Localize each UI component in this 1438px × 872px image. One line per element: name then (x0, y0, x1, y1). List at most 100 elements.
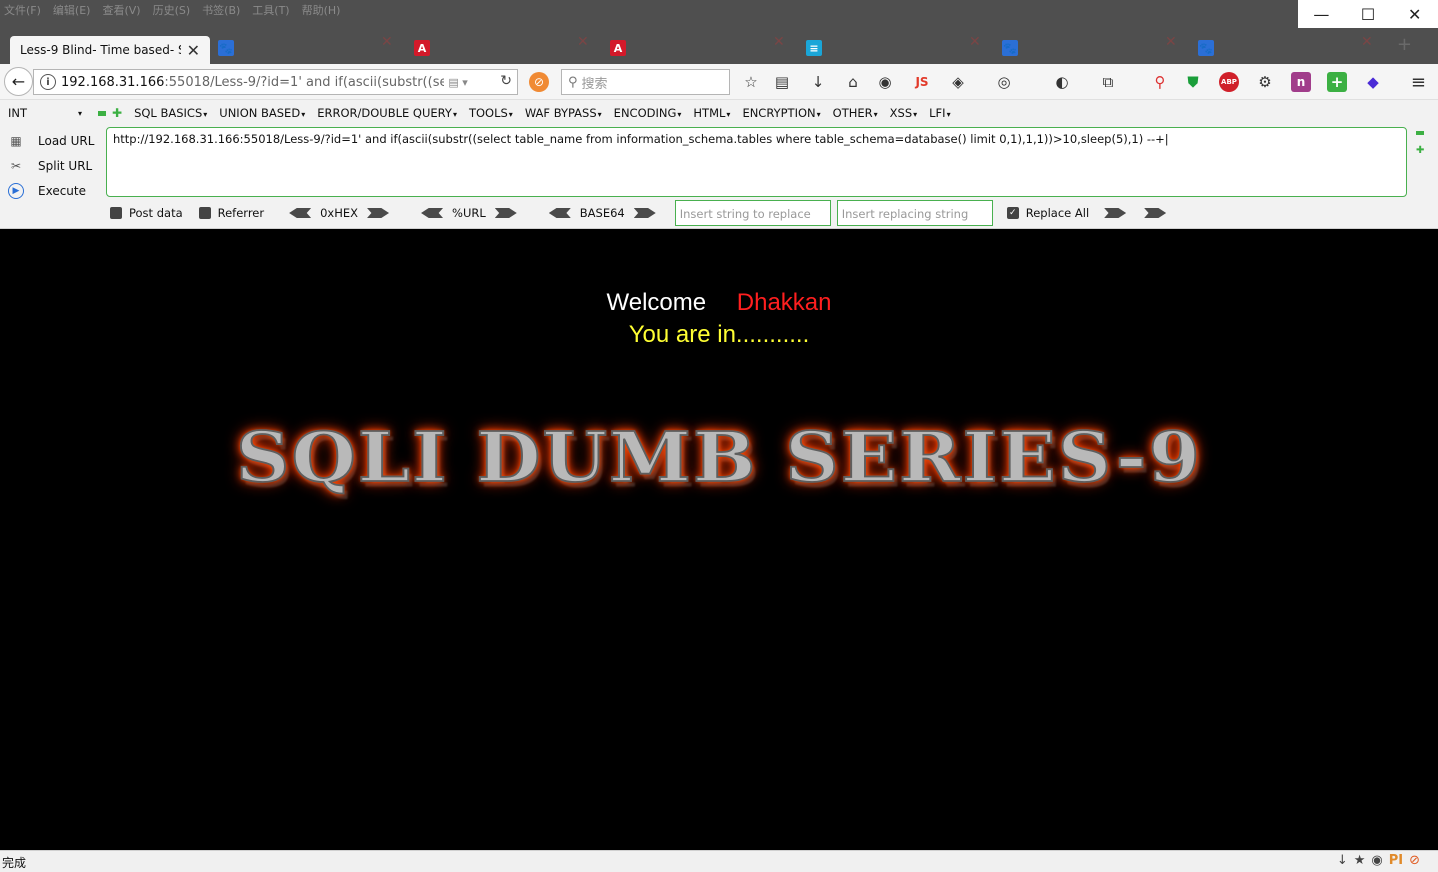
doc-icon[interactable]: ≡ (806, 40, 822, 56)
bookmark-star-icon[interactable]: ☆ (741, 72, 761, 92)
hex-encode-arrow-icon[interactable] (367, 208, 390, 218)
tab-close-icon[interactable]: ✕ (381, 34, 393, 50)
menu-file[interactable]: 文件(F) (4, 2, 41, 18)
referrer-label: Referrer (217, 206, 265, 220)
pocket-icon[interactable]: n (1291, 72, 1311, 92)
palette-icon[interactable]: ◎ (994, 72, 1014, 92)
new-tab-button[interactable]: + (1397, 34, 1412, 55)
hackbar-menu-waf-bypass[interactable]: WAF BYPASS (525, 106, 602, 120)
welcome-text: Welcome (606, 289, 707, 316)
stop-ext-icon[interactable]: ⊘ (529, 72, 549, 92)
hackbar-menu-tools[interactable]: TOOLS (469, 106, 513, 120)
site-info-icon[interactable]: i (40, 74, 56, 90)
menu-bookmarks[interactable]: 书签(B) (202, 2, 240, 18)
download-status-icon[interactable]: ↓ (1337, 853, 1348, 868)
tab-close-icon[interactable]: ✕ (1361, 34, 1373, 50)
hackbar-options: Post data Referrer 0xHEX %URL BASE64 Ins… (110, 200, 1175, 226)
hackbar-menu-sql-basics[interactable]: SQL BASICS (134, 106, 207, 120)
hackbar-menu-other[interactable]: OTHER (833, 106, 878, 120)
home-icon[interactable]: ⌂ (843, 72, 863, 92)
replace-string-input[interactable]: Insert string to replace (674, 200, 831, 226)
url-dropdown-icon[interactable]: ▤ ▾ (448, 76, 467, 89)
menu-icon[interactable]: ≡ (1411, 72, 1426, 93)
ext-globe-icon[interactable]: ◈ (948, 72, 968, 92)
minus-icon[interactable] (98, 110, 106, 116)
settings-ext-icon[interactable]: ⚙ (1255, 72, 1275, 92)
tab-active[interactable]: Less-9 Blind- Time based- S... ✕ (10, 36, 210, 64)
search-box[interactable]: ⚲ 搜索 (561, 69, 730, 95)
replacing-string-input[interactable]: Insert replacing string (836, 200, 993, 226)
hackbar-menu-error-double-query[interactable]: ERROR/DOUBLE QUERY (317, 106, 457, 120)
js-icon[interactable]: JS (912, 72, 932, 92)
close-window-button[interactable]: ✕ (1391, 0, 1438, 28)
status-bar: 完成 ↓ ★ ◉ PI ⊘ (0, 850, 1438, 872)
post-data-checkbox[interactable]: Post data (110, 206, 183, 220)
replace-all-label: Replace All (1025, 206, 1090, 220)
hackbar-menu-lfi[interactable]: LFI (929, 106, 950, 120)
url-encode-arrow-icon[interactable] (494, 208, 517, 218)
hex-decode-arrow-icon[interactable] (289, 208, 312, 218)
zoom-icon[interactable]: ⚲ (1150, 72, 1170, 92)
add-green-icon[interactable]: + (1327, 72, 1347, 92)
download-icon[interactable]: ↓ (808, 72, 828, 92)
navigation-bar: ← i 192.168.31.166 :55018/Less-9/?id=1' … (0, 64, 1438, 100)
plus-icon[interactable]: ✚ (112, 106, 122, 120)
globe-status-icon[interactable]: ◉ (1371, 853, 1382, 868)
baidu-paw-icon[interactable]: 🐾 (1198, 40, 1214, 56)
tab-close-icon[interactable]: ✕ (577, 34, 589, 50)
hackbar-plus-icon[interactable]: ✚ (1416, 145, 1424, 156)
baidu-paw-icon[interactable]: 🐾 (1002, 40, 1018, 56)
maximize-button[interactable]: ☐ (1345, 0, 1392, 28)
window-controls: — ☐ ✕ (1298, 0, 1438, 28)
replace-reverse-arrow-icon[interactable] (1144, 208, 1167, 218)
replace-all-checkbox[interactable]: ✓ Replace All (1006, 206, 1090, 220)
star-status-icon[interactable]: ★ (1354, 853, 1366, 868)
adblock-icon[interactable]: ABP (1219, 72, 1239, 92)
hackbar-menu-encryption[interactable]: ENCRYPTION (742, 106, 820, 120)
minimize-button[interactable]: — (1298, 0, 1345, 28)
globe-icon[interactable]: ◉ (875, 72, 895, 92)
tab-close-icon[interactable]: ✕ (773, 34, 785, 50)
adobe-pdf-icon[interactable]: A (610, 40, 626, 56)
tab-close-icon[interactable]: ✕ (969, 34, 981, 50)
hackbar-menu-html[interactable]: HTML (693, 106, 730, 120)
execute-button[interactable]: ▶ Execute (8, 178, 98, 203)
hackbar-menu: INT ▾ ✚ SQL BASICS UNION BASED ERROR/DOUBL… (0, 104, 951, 122)
page-content: Welcome Dhakkan You are in........... SQ… (0, 229, 1438, 850)
menu-edit[interactable]: 编辑(E) (53, 2, 91, 18)
back-button[interactable]: ← (4, 67, 33, 96)
tab-close-icon[interactable]: ✕ (187, 41, 200, 60)
reader-list-icon[interactable]: ▤ (772, 72, 792, 92)
url-decode-arrow-icon[interactable] (421, 208, 444, 218)
cube-icon[interactable]: ◆ (1363, 72, 1383, 92)
tab-close-icon[interactable]: ✕ (1165, 34, 1177, 50)
split-url-button[interactable]: ✂ Split URL (8, 153, 98, 178)
menu-help[interactable]: 帮助(H) (302, 2, 341, 18)
base64-encode-arrow-icon[interactable] (633, 208, 656, 218)
eye-icon[interactable]: ◐ (1052, 72, 1072, 92)
shield-icon[interactable]: ⛊ (1183, 72, 1203, 92)
hackbar-menu-encoding[interactable]: ENCODING (614, 106, 682, 120)
hackbar-actions: ▦ Load URL ✂ Split URL ▶ Execute (8, 128, 98, 203)
menu-history[interactable]: 历史(S) (153, 2, 191, 18)
url-bar[interactable]: i 192.168.31.166 :55018/Less-9/?id=1' an… (33, 69, 518, 95)
base64-decode-arrow-icon[interactable] (548, 208, 571, 218)
load-url-button[interactable]: ▦ Load URL (8, 128, 98, 153)
menu-tools[interactable]: 工具(T) (252, 2, 289, 18)
block-status-icon[interactable]: ⊘ (1409, 853, 1420, 868)
referrer-checkbox[interactable]: Referrer (198, 206, 265, 220)
hackbar-url-textarea[interactable]: http://192.168.31.166:55018/Less-9/?id=1… (106, 127, 1407, 197)
type-select[interactable]: INT ▾ (8, 104, 86, 122)
pi-status-icon[interactable]: PI (1389, 853, 1403, 868)
hackbar-minus-icon[interactable] (1416, 131, 1424, 135)
post-data-label: Post data (129, 206, 183, 220)
replace-arrow-icon[interactable] (1104, 208, 1127, 218)
hackbar-menu-union-based[interactable]: UNION BASED (219, 106, 305, 120)
menu-view[interactable]: 查看(V) (102, 2, 140, 18)
hackbar-menu-xss[interactable]: XSS (890, 106, 918, 120)
puzzle-icon[interactable]: ⧉ (1098, 72, 1118, 92)
checkbox-checked-icon: ✓ (1006, 207, 1019, 219)
adobe-pdf-icon[interactable]: A (414, 40, 430, 56)
reload-icon[interactable]: ↻ (500, 73, 512, 89)
baidu-paw-icon[interactable]: 🐾 (218, 40, 234, 56)
